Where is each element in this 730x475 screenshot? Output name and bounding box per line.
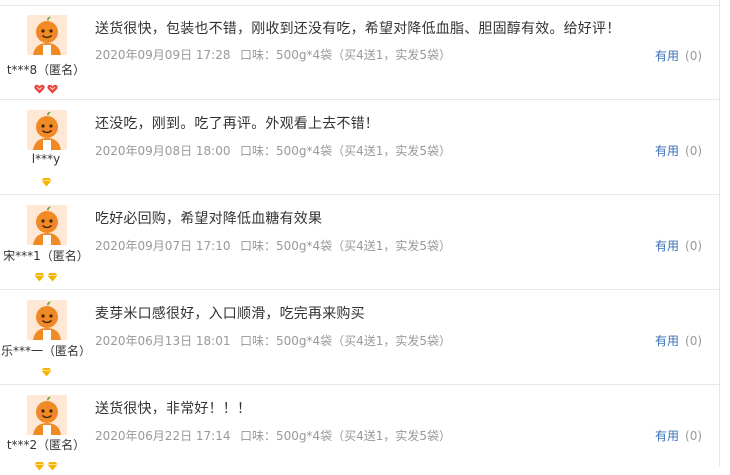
review-item: 宋***1（匿名） 吃好必回购，希望对降低血糖有效果 2020年09月07日 1… xyxy=(0,195,719,290)
mascot-icon xyxy=(27,15,67,55)
user-level-badges xyxy=(0,267,92,282)
review-text: 还没吃，刚到。吃了再评。外观看上去不错！ xyxy=(95,116,379,132)
diamond-badge-icon xyxy=(41,362,52,377)
avatar[interactable] xyxy=(27,15,67,55)
useful-count: (0) xyxy=(685,49,703,63)
review-date: 2020年06月13日 18:01 xyxy=(95,334,231,348)
diamond-badge-icon xyxy=(34,456,45,471)
avatar[interactable] xyxy=(27,395,67,435)
mascot-icon xyxy=(27,395,67,435)
divider xyxy=(719,0,720,467)
diamond-badge-icon xyxy=(34,267,45,282)
useful-button[interactable]: 有用 xyxy=(655,49,679,63)
useful-vote: 有用 (0) xyxy=(655,427,702,444)
heart-badge-icon xyxy=(47,79,58,94)
review-flavor: 口味：500g*4袋（买4送1，实发5袋） xyxy=(240,429,452,443)
useful-button[interactable]: 有用 xyxy=(655,144,679,158)
review-list: t***8（匿名） 送货很快，包装也不错，刚收到还没有吃，希望对降低血脂、胆固醇… xyxy=(0,0,730,471)
user-level-badges xyxy=(0,362,92,377)
avatar[interactable] xyxy=(27,205,67,245)
review-text: 送货很快，包装也不错，刚收到还没有吃，希望对降低血脂、胆固醇有效。给好评！ xyxy=(95,21,621,37)
review-item: t***8（匿名） 送货很快，包装也不错，刚收到还没有吃，希望对降低血脂、胆固醇… xyxy=(0,5,719,100)
useful-vote: 有用 (0) xyxy=(655,332,702,349)
review-flavor: 口味：500g*4袋（买4送1，实发5袋） xyxy=(240,334,452,348)
review-item: t***2（匿名） 送货很快，非常好！！！ 2020年06月22日 17:14 口… xyxy=(0,385,719,471)
useful-button[interactable]: 有用 xyxy=(655,429,679,443)
useful-count: (0) xyxy=(685,429,703,443)
review-text: 麦芽米口感很好，入口顺滑，吃完再来购买 xyxy=(95,306,365,322)
avatar[interactable] xyxy=(27,110,67,150)
review-item: 乐***一（匿名） 麦芽米口感很好，入口顺滑，吃完再来购买 2020年06月13… xyxy=(0,290,719,385)
diamond-badge-icon xyxy=(47,267,58,282)
useful-count: (0) xyxy=(685,144,703,158)
diamond-badge-icon xyxy=(47,456,58,471)
reviewer-name: 宋***1（匿名） xyxy=(3,249,89,263)
review-text: 吃好必回购，希望对降低血糖有效果 xyxy=(95,211,323,227)
heart-badge-icon xyxy=(34,79,45,94)
useful-vote: 有用 (0) xyxy=(655,142,702,159)
review-meta: 2020年06月22日 17:14 口味：500g*4袋（买4送1，实发5袋） xyxy=(95,427,451,444)
review-flavor: 口味：500g*4袋（买4送1，实发5袋） xyxy=(240,239,452,253)
user-level-badges xyxy=(0,172,92,187)
review-item: l***y 还没吃，刚到。吃了再评。外观看上去不错！ 2020年09月08日 1… xyxy=(0,100,719,195)
useful-button[interactable]: 有用 xyxy=(655,334,679,348)
useful-count: (0) xyxy=(685,334,703,348)
reviewer-name: l***y xyxy=(31,152,61,166)
review-date: 2020年09月08日 18:00 xyxy=(95,144,231,158)
avatar[interactable] xyxy=(27,300,67,340)
reviewer-name: t***8（匿名） xyxy=(6,63,86,77)
reviewer-name: 乐***一（匿名） xyxy=(0,344,91,358)
mascot-icon xyxy=(27,205,67,245)
review-meta: 2020年06月13日 18:01 口味：500g*4袋（买4送1，实发5袋） xyxy=(95,332,451,349)
mascot-icon xyxy=(27,300,67,340)
review-date: 2020年09月09日 17:28 xyxy=(95,48,231,62)
useful-vote: 有用 (0) xyxy=(655,47,702,64)
review-text: 送货很快，非常好！！！ xyxy=(95,401,252,417)
reviewer-name: t***2（匿名） xyxy=(6,438,86,452)
review-date: 2020年09月07日 17:10 xyxy=(95,239,231,253)
user-level-badges xyxy=(0,79,92,94)
review-flavor: 口味：500g*4袋（买4送1，实发5袋） xyxy=(240,144,452,158)
useful-button[interactable]: 有用 xyxy=(655,239,679,253)
diamond-badge-icon xyxy=(41,172,52,187)
review-date: 2020年06月22日 17:14 xyxy=(95,429,231,443)
mascot-icon xyxy=(27,110,67,150)
review-flavor: 口味：500g*4袋（买4送1，实发5袋） xyxy=(240,48,452,62)
review-meta: 2020年09月07日 17:10 口味：500g*4袋（买4送1，实发5袋） xyxy=(95,237,451,254)
useful-vote: 有用 (0) xyxy=(655,237,702,254)
useful-count: (0) xyxy=(685,239,703,253)
review-meta: 2020年09月08日 18:00 口味：500g*4袋（买4送1，实发5袋） xyxy=(95,142,451,159)
review-meta: 2020年09月09日 17:28 口味：500g*4袋（买4送1，实发5袋） xyxy=(95,46,451,63)
user-level-badges xyxy=(0,456,92,471)
